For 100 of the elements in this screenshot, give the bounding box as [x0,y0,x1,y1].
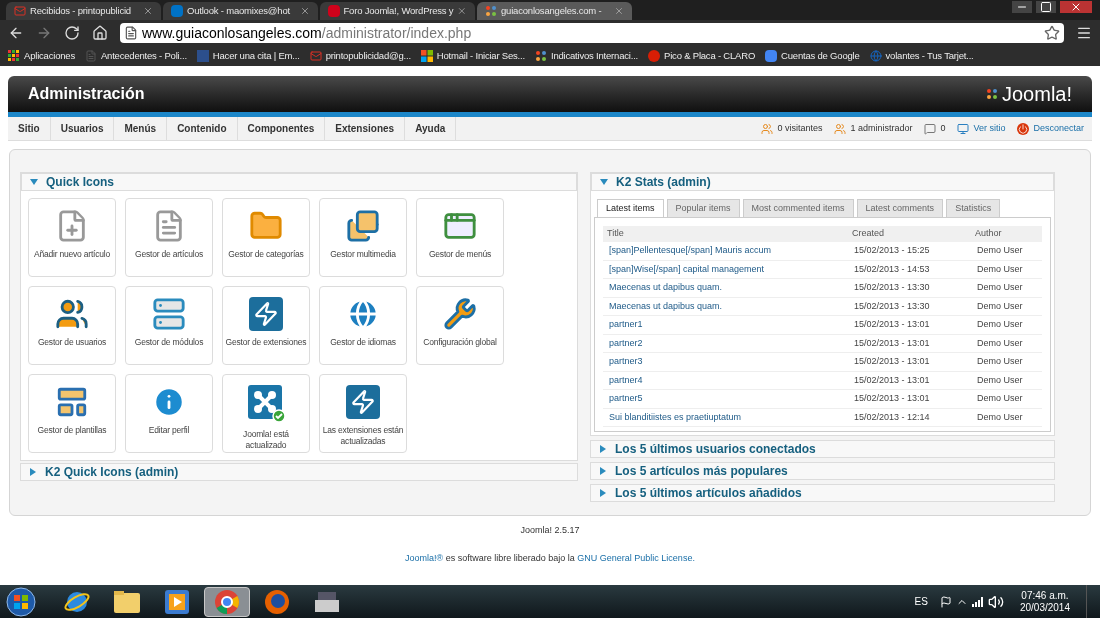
footer-link[interactable]: Joomla!® [405,552,444,563]
reload-icon[interactable] [64,25,80,41]
clock[interactable]: 07:46 a.m. 20/03/2014 [1007,589,1082,614]
item-title-link[interactable]: Maecenas ut dapibus quam. [609,299,854,313]
quick-icon-button[interactable]: Gestor de extensiones [222,286,310,365]
version-text: Joomla! 2.5.17 [519,524,581,537]
item-title-link[interactable]: partner3 [609,355,854,369]
taskbar-app-button[interactable] [204,586,250,617]
tab-title: Outlook - maomixes@hot [187,3,291,18]
bookmark-link[interactable]: Antecedentes - Poli... [84,48,187,64]
message-icon [924,122,937,135]
panel-title[interactable]: Los 5 últimos artículos añadidos [615,484,802,502]
media-player-icon [165,589,189,614]
item-title-link[interactable]: [span]Pellentesque[/span] Mauris accum [609,244,854,258]
menu-icon[interactable] [1076,25,1092,41]
menu-item[interactable]: Sitio [8,117,51,140]
circle-logo-icon [648,50,661,62]
stats-tab[interactable]: Latest items [597,199,664,217]
menu-item[interactable]: Contenido [167,117,238,140]
quick-icon-button[interactable]: Gestor de idiomas [319,286,407,365]
start-button[interactable] [4,585,38,618]
minimize-icon[interactable] [1012,1,1032,13]
browser-tab[interactable]: Recibidos - printopublicid [6,2,161,20]
close-tab-icon[interactable] [300,6,310,16]
bookmark-link[interactable]: Hotmail - Iniciar Ses... [420,48,525,64]
item-title-link[interactable]: partner5 [609,392,854,406]
quick-icon-button[interactable]: Gestor de módulos [125,286,213,365]
stats-tab[interactable]: Latest comments [856,199,944,217]
panel-title[interactable]: Los 5 últimos usuarios conectados [615,440,816,458]
quick-icon-button[interactable]: Gestor de categorías [222,198,310,277]
forward-icon[interactable] [36,25,52,41]
address-bar[interactable]: www.guiaconlosangeles.com/administrator/index.php [120,23,1064,43]
panel-header[interactable]: Los 5 últimos usuarios conectados [590,440,1055,458]
quick-icon-button[interactable]: Gestor de plantillas [28,374,116,453]
panel-title[interactable]: Los 5 artículos más populares [615,462,788,480]
panel-header[interactable]: Los 5 artículos más populares [590,462,1055,480]
bookmark-star-icon[interactable] [1044,25,1060,41]
collapse-caret-icon[interactable] [600,178,608,186]
quick-icon-button[interactable]: Editar perfil [125,374,213,453]
table-cell-text: Demo User [977,373,1024,387]
expand-caret-icon[interactable] [599,489,607,497]
item-title-link[interactable]: [span]Wise[/span] capital management [609,262,854,276]
signal-icon[interactable] [971,596,984,607]
menu-item[interactable]: Ayuda [405,117,457,140]
panel-title[interactable]: K2 Stats (admin) [616,173,711,191]
browser-tab[interactable]: Foro Joomla!, WordPress y [320,2,475,20]
quick-icon-button[interactable]: Las extensiones están actualizadas [319,374,407,453]
chrome-icon [214,588,240,615]
quick-icon-button[interactable]: Añadir nuevo artículo [28,198,116,277]
menu-item[interactable]: Usuarios [50,117,115,140]
footer-link[interactable]: GNU General Public License. [577,552,695,563]
clock-time: 07:46 a.m. [1021,589,1069,602]
language-indicator[interactable]: ES [914,594,928,609]
status-link[interactable]: Desconectar [1033,121,1084,136]
item-title-link[interactable]: partner4 [609,373,854,387]
stats-tab[interactable]: Statistics [946,199,1001,217]
quick-icon-button[interactable]: Gestor de usuarios [28,286,116,365]
browser-tab[interactable]: guiaconlosangeles.com - [477,2,632,20]
panel-title[interactable]: K2 Quick Icons (admin) [45,463,179,481]
panel-header[interactable]: K2 Quick Icons (admin) [20,463,578,481]
close-tab-icon[interactable] [457,6,467,16]
bookmark-link[interactable]: Aplicaciones [8,48,75,64]
expand-caret-icon[interactable] [599,467,607,475]
bookmark-link[interactable]: Cuentas de Google [765,48,860,64]
panel-header[interactable]: Quick Icons [21,173,577,191]
item-title-link[interactable]: Maecenas ut dapibus quam. [609,281,854,295]
panel-header[interactable]: K2 Stats (admin) [591,173,1054,191]
expand-caret-icon[interactable] [599,445,607,453]
stats-tab[interactable]: Popular items [666,199,740,217]
home-icon[interactable] [92,25,108,41]
item-title-link[interactable]: partner2 [609,336,854,350]
bookmark-link[interactable]: Indicativos Internaci... [534,48,639,64]
volume-icon[interactable] [987,593,1004,610]
close-tab-icon[interactable] [614,6,624,16]
menu-item[interactable]: Menús [114,117,168,140]
bookmark-link[interactable]: volantes - Tus Tarjet... [869,48,974,64]
collapse-caret-icon[interactable] [30,178,38,186]
quick-icon-button[interactable]: Gestor de artículos [125,198,213,277]
quick-icon-button[interactable]: Configuración global [416,286,504,365]
menu-item[interactable]: Componentes [237,117,326,140]
bookmark-link[interactable]: Hacer una cita | Em... [196,48,300,64]
flag-icon[interactable] [939,595,952,608]
quick-icon-button[interactable]: Gestor de menús [416,198,504,277]
back-icon[interactable] [8,25,24,41]
status-link[interactable]: Ver sitio [973,121,1006,136]
close-tab-icon[interactable] [143,6,153,16]
browser-tab[interactable]: Outlook - maomixes@hot [163,2,318,20]
bookmark-link[interactable]: printopublicidad@g... [309,48,411,64]
expand-caret-icon[interactable] [29,468,37,476]
quick-icon-button[interactable]: Joomla! está actualizado [222,374,310,453]
item-title-link[interactable]: partner1 [609,318,854,332]
close-icon[interactable] [1060,1,1092,13]
stats-tab[interactable]: Most commented items [742,199,854,217]
panel-header[interactable]: Los 5 últimos artículos añadidos [590,484,1055,502]
quick-icon-button[interactable]: Gestor multimedia [319,198,407,277]
item-title-link[interactable]: Sui blanditiistes es praetiuptatum [609,410,854,424]
maximize-icon[interactable] [1036,1,1056,13]
bookmark-link[interactable]: Pico & Placa - CLARO [648,48,756,64]
panel-title[interactable]: Quick Icons [46,173,115,191]
menu-item[interactable]: Extensiones [325,117,406,140]
